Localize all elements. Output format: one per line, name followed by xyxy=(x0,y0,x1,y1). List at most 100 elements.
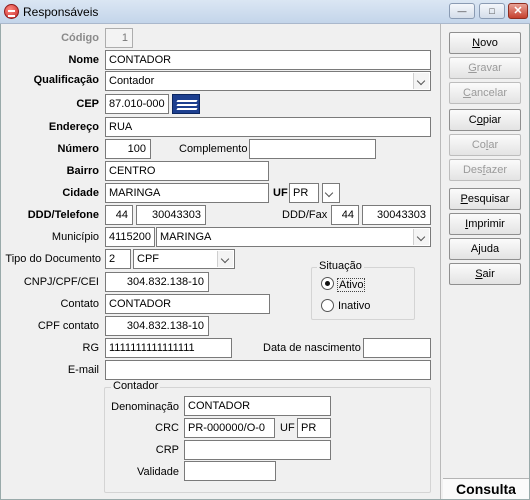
numero-field[interactable]: 100 xyxy=(105,139,151,159)
copiar-button[interactable]: Copiar xyxy=(449,109,521,131)
complemento-label: Complemento xyxy=(179,143,248,155)
bairro-field[interactable]: CENTRO xyxy=(105,161,269,181)
situacao-title: Situação xyxy=(317,260,364,272)
email-field[interactable] xyxy=(105,360,431,380)
codigo-field[interactable]: 1 xyxy=(105,28,133,48)
cpf-contato-field[interactable]: 304.832.138-10 xyxy=(105,316,209,336)
cpf-contato-label: CPF contato xyxy=(37,320,99,332)
codigo-label: Código xyxy=(61,32,99,44)
chevron-down-icon[interactable] xyxy=(217,251,233,267)
cep-label: CEP xyxy=(76,98,99,110)
cancelar-mnemonic: C xyxy=(462,87,471,99)
rg-field[interactable]: 1111111111111111 xyxy=(105,338,232,358)
inativo-radio[interactable] xyxy=(321,299,334,312)
sair-button[interactable]: Sair xyxy=(449,263,521,285)
crc-uf-field[interactable]: PR xyxy=(297,418,331,438)
municipio-value: MARINGA xyxy=(160,231,212,243)
ativo-radio[interactable] xyxy=(321,277,334,290)
numero-label: Número xyxy=(57,143,99,155)
colar-prefix: Co xyxy=(471,139,486,151)
title-bar: Responsáveis — □ ✕ xyxy=(0,0,530,24)
colar-button[interactable]: Colar xyxy=(449,134,521,156)
validade-label: Validade xyxy=(137,466,179,478)
chevron-down-icon[interactable] xyxy=(413,73,429,89)
qualificacao-select[interactable]: Contador xyxy=(105,71,431,91)
denominacao-field[interactable]: CONTADOR xyxy=(184,396,331,416)
crc-label: CRC xyxy=(155,422,179,434)
app-icon xyxy=(4,4,19,19)
complemento-field[interactable] xyxy=(249,139,376,159)
minimize-button[interactable]: — xyxy=(449,3,475,19)
fax-ddd-field[interactable]: 44 xyxy=(331,205,359,225)
crp-label: CRP xyxy=(155,444,179,456)
data-nascimento-label: Data de nascimento xyxy=(263,342,361,354)
uf-dropdown-button[interactable] xyxy=(322,183,340,203)
uf-label: UF xyxy=(273,187,288,199)
sair-label: air xyxy=(482,268,495,280)
ativo-label[interactable]: Ativo xyxy=(337,278,366,292)
municipio-select[interactable]: MARINGA xyxy=(156,227,431,247)
bairro-label: Bairro xyxy=(66,165,99,177)
telefone-field[interactable]: 30043303 xyxy=(136,205,206,225)
close-button[interactable]: ✕ xyxy=(508,3,528,19)
data-nascimento-field[interactable] xyxy=(363,338,431,358)
endereco-label: Endereço xyxy=(48,121,99,133)
validade-field[interactable] xyxy=(184,461,276,481)
gravar-mnemonic: G xyxy=(468,62,477,74)
tipo-documento-select[interactable]: CPF xyxy=(133,249,235,269)
crc-field[interactable]: PR-000000/O-0 xyxy=(184,418,275,438)
action-panel: Novo Gravar Cancelar Copiar Colar Desfaz… xyxy=(440,24,529,499)
municipio-label: Município xyxy=(51,231,99,243)
municipio-code-field[interactable]: 4115200 xyxy=(105,227,155,247)
rg-label: RG xyxy=(82,342,100,354)
nome-field[interactable]: CONTADOR xyxy=(105,50,431,70)
imprimir-button[interactable]: Imprimir xyxy=(449,213,521,235)
telefone-ddd-field[interactable]: 44 xyxy=(105,205,133,225)
cep-field[interactable]: 87.010-000 xyxy=(105,94,169,114)
pesquisar-mnemonic: P xyxy=(460,193,468,205)
fax-label: DDD/Fax xyxy=(282,209,328,221)
novo-label: ovo xyxy=(480,37,498,49)
cnpj-field[interactable]: 304.832.138-10 xyxy=(105,272,209,292)
gravar-label: ravar xyxy=(476,62,502,74)
mode-status: Consulta xyxy=(443,478,529,499)
inativo-label[interactable]: Inativo xyxy=(338,300,370,312)
chevron-down-icon xyxy=(323,185,338,201)
cancelar-button[interactable]: Cancelar xyxy=(449,82,521,104)
contador-title: Contador xyxy=(111,380,161,392)
novo-mnemonic: N xyxy=(472,37,481,49)
imprimir-label: mprimir xyxy=(468,218,505,230)
novo-button[interactable]: Novo xyxy=(449,32,521,54)
sair-mnemonic: S xyxy=(475,268,483,280)
desfazer-button[interactable]: Desfazer xyxy=(449,159,521,181)
fax-field[interactable]: 30043303 xyxy=(362,205,431,225)
crp-field[interactable] xyxy=(184,440,331,460)
colar-label: ar xyxy=(488,139,499,151)
telefone-label: DDD/Telefone xyxy=(27,209,99,221)
contato-label: Contato xyxy=(60,298,99,310)
cnpj-label: CNPJ/CPF/CEI xyxy=(23,276,99,288)
uf-field[interactable]: PR xyxy=(289,183,319,203)
cidade-field[interactable]: MARINGA xyxy=(105,183,269,203)
cancelar-label: ancelar xyxy=(470,87,508,99)
qualificacao-value: Contador xyxy=(109,75,155,87)
chevron-down-icon[interactable] xyxy=(413,229,429,245)
desfazer-label: azer xyxy=(485,164,508,176)
gravar-button[interactable]: Gravar xyxy=(449,57,521,79)
pesquisar-label: esquisar xyxy=(467,193,510,205)
maximize-button[interactable]: □ xyxy=(479,3,505,19)
contato-field[interactable]: CONTADOR xyxy=(105,294,270,314)
denominacao-label: Denominação xyxy=(111,401,179,413)
tipo-documento-code-field[interactable]: 2 xyxy=(105,249,131,269)
tipo-documento-value: CPF xyxy=(137,253,159,265)
desfazer-prefix: Des xyxy=(462,164,483,176)
tipo-documento-label: Tipo do Documento xyxy=(5,253,101,265)
email-label: E-mail xyxy=(67,364,99,376)
endereco-field[interactable]: RUA xyxy=(105,117,431,137)
window-title: Responsáveis xyxy=(23,5,99,19)
copiar-label: piar xyxy=(482,114,502,126)
ajuda-button[interactable]: Ajuda xyxy=(449,238,521,260)
correios-lookup-icon[interactable] xyxy=(172,94,200,114)
pesquisar-button[interactable]: Pesquisar xyxy=(449,188,521,210)
form-area: Código 1 Nome CONTADOR Qualificação Cont… xyxy=(1,24,438,499)
